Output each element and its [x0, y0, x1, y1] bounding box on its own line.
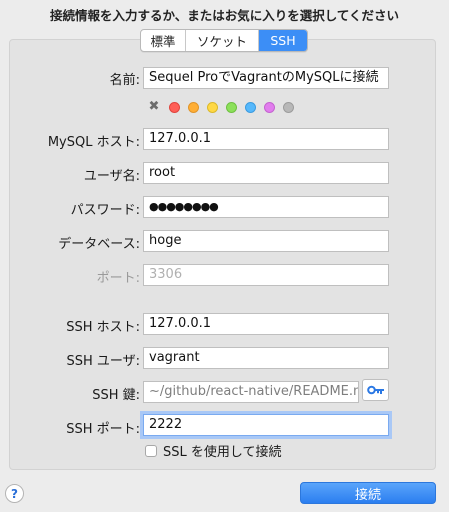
name-field[interactable]: Sequel ProでVagrantのMySQLに接続 [143, 67, 389, 89]
mysql-host-label: MySQL ホスト: [47, 135, 140, 150]
help-button[interactable]: ? [5, 484, 24, 503]
window-header-title: 接続情報を入力するか、またはお気に入りを選択してください [49, 8, 399, 23]
ssh-key-select-button[interactable] [362, 379, 389, 401]
color-tag-purple[interactable] [264, 101, 275, 113]
ssh-key-field[interactable]: ~/github/react-native/README.md [143, 381, 359, 403]
color-tag-red[interactable] [169, 101, 180, 113]
password-label: パスワード: [70, 203, 140, 218]
username-field[interactable]: root [143, 162, 389, 184]
ssh-user-label: SSH ユーザ: [66, 354, 140, 369]
ssl-option[interactable]: SSL を使用して接続 [145, 441, 282, 460]
key-icon [366, 385, 384, 395]
connect-button[interactable]: 接続 [300, 482, 436, 504]
ssh-port-label: SSH ポート: [66, 422, 140, 437]
tab-ssh[interactable]: SSH [259, 30, 307, 51]
database-field[interactable]: hoge [143, 230, 389, 252]
username-label: ユーザ名: [83, 169, 140, 184]
name-label: 名前: [109, 73, 140, 88]
ssh-port-field[interactable]: 2222 [143, 414, 389, 436]
ssh-user-field[interactable]: vagrant [143, 347, 389, 369]
clear-color-icon[interactable]: ✖ [148, 100, 160, 113]
ssl-checkbox[interactable] [145, 444, 157, 457]
connection-type-tabs: 標準 ソケット SSH [140, 29, 308, 52]
color-tag-yellow[interactable] [207, 101, 218, 113]
ssh-host-label: SSH ホスト: [66, 320, 140, 335]
database-label: データベース: [58, 237, 140, 252]
color-tag-green[interactable] [226, 101, 237, 113]
port-label: ポート: [96, 271, 140, 286]
mysql-host-field[interactable]: 127.0.0.1 [143, 128, 389, 150]
ssl-checkbox-label: SSL を使用して接続 [163, 445, 282, 460]
tab-standard[interactable]: 標準 [141, 30, 186, 51]
color-tag-gray[interactable] [283, 101, 294, 113]
port-field[interactable]: 3306 [143, 264, 389, 286]
color-tag-picker: ✖ [148, 100, 302, 113]
password-field[interactable]: ●●●●●●●● [143, 196, 389, 218]
color-tag-orange[interactable] [188, 101, 199, 113]
ssh-key-label: SSH 鍵: [92, 388, 140, 403]
tab-socket[interactable]: ソケット [186, 30, 259, 51]
color-tag-blue[interactable] [245, 101, 256, 113]
ssh-host-field[interactable]: 127.0.0.1 [143, 313, 389, 335]
